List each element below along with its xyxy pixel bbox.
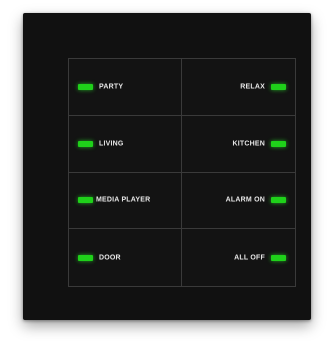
key-door[interactable]: DOOR <box>69 229 182 286</box>
led-indicator-icon <box>78 140 93 147</box>
key-label: LIVING <box>99 140 124 148</box>
keypad-stage: PARTY RELAX LIVING KITCHEN MEDIA PLAYER … <box>0 0 334 341</box>
key-label: ALL OFF <box>234 254 265 262</box>
led-indicator-icon <box>271 140 286 147</box>
key-label: RELAX <box>240 83 265 91</box>
key-label: MEDIA PLAYER <box>96 196 151 204</box>
key-relax[interactable]: RELAX <box>182 59 295 116</box>
key-all-off[interactable]: ALL OFF <box>182 229 295 286</box>
key-label: ALARM ON <box>225 196 265 204</box>
led-indicator-icon <box>271 197 286 204</box>
key-media-player[interactable]: MEDIA PLAYER <box>69 172 182 230</box>
led-indicator-icon <box>78 83 93 90</box>
led-indicator-icon <box>271 254 286 261</box>
led-indicator-icon <box>78 197 93 204</box>
key-label: PARTY <box>99 83 124 91</box>
key-label: KITCHEN <box>232 140 265 148</box>
keypad-grid: PARTY RELAX LIVING KITCHEN MEDIA PLAYER … <box>68 58 296 287</box>
key-kitchen[interactable]: KITCHEN <box>182 115 295 173</box>
keypad-panel: PARTY RELAX LIVING KITCHEN MEDIA PLAYER … <box>23 13 311 320</box>
led-indicator-icon <box>271 83 286 90</box>
key-party[interactable]: PARTY <box>69 59 182 116</box>
key-label: DOOR <box>99 254 121 262</box>
led-indicator-icon <box>78 254 93 261</box>
key-living[interactable]: LIVING <box>69 115 182 173</box>
key-alarm-on[interactable]: ALARM ON <box>182 172 295 230</box>
